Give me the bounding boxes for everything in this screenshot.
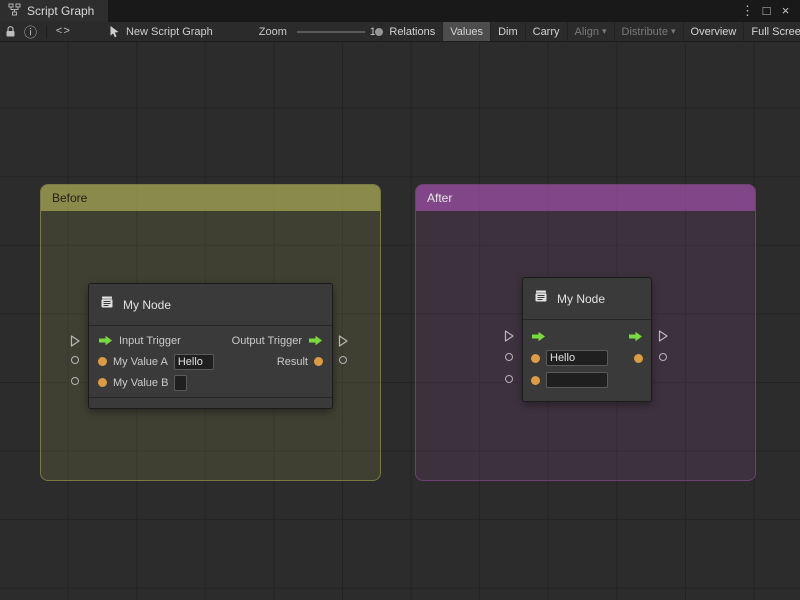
close-icon[interactable]: × (777, 0, 794, 22)
external-trigger-port[interactable] (70, 334, 80, 346)
external-value-port[interactable] (339, 356, 347, 364)
output-trigger-icon[interactable] (628, 331, 643, 342)
node-before[interactable]: My Node Input Trigger Output Trigger (88, 283, 333, 409)
output-trigger-label: Output Trigger (232, 335, 302, 347)
value-b-port-icon[interactable] (98, 378, 107, 387)
node-footer (89, 397, 332, 408)
external-trigger-port[interactable] (658, 329, 668, 341)
input-trigger-icon[interactable] (98, 335, 113, 346)
lock-icon[interactable] (5, 22, 16, 42)
external-value-port[interactable] (505, 353, 513, 361)
carry-button[interactable]: Carry (525, 22, 567, 42)
value-a-input[interactable] (546, 350, 608, 366)
value-a-input[interactable] (174, 354, 214, 370)
external-value-port[interactable] (505, 375, 513, 383)
zoom-slider-track[interactable] (297, 31, 365, 33)
window-controls: ⋮ □ × (739, 0, 800, 22)
output-trigger-icon[interactable] (308, 335, 323, 346)
title-bar: Script Graph ⋮ □ × (0, 0, 800, 22)
overview-button[interactable]: Overview (683, 22, 744, 42)
value-a-port-row (523, 347, 651, 369)
node-title: My Node (557, 292, 605, 306)
node-body (523, 320, 651, 401)
value-b-port-row: My Value B (89, 372, 332, 393)
code-icon[interactable]: <> (56, 22, 71, 42)
group-after-title: After (427, 191, 452, 205)
external-value-port[interactable] (71, 356, 79, 364)
toolbar-separator (46, 26, 47, 38)
align-button[interactable]: Align ▾ (567, 22, 614, 42)
value-b-input[interactable] (174, 375, 187, 391)
chevron-down-icon: ▾ (602, 26, 607, 37)
trigger-port-row (523, 325, 651, 347)
external-trigger-port[interactable] (338, 334, 348, 346)
result-port-icon[interactable] (634, 354, 643, 363)
node-after-header[interactable]: My Node (523, 278, 651, 320)
distribute-label: Distribute (622, 26, 668, 38)
result-port-icon[interactable] (314, 357, 323, 366)
group-before-header[interactable]: Before (41, 185, 380, 211)
value-b-port-icon[interactable] (531, 376, 540, 385)
node-title: My Node (123, 298, 171, 312)
value-b-label: My Value B (113, 377, 168, 389)
node-body: Input Trigger Output Trigger My Value A … (89, 326, 332, 397)
dim-button[interactable]: Dim (490, 22, 525, 42)
graph-name: New Script Graph (126, 26, 213, 38)
distribute-button[interactable]: Distribute ▾ (614, 22, 683, 42)
info-icon[interactable]: ⓘ (24, 22, 37, 42)
value-a-port-row: My Value A Result (89, 351, 332, 372)
input-trigger-label: Input Trigger (119, 335, 181, 347)
node-icon (533, 288, 549, 309)
menu-icon[interactable]: ⋮ (739, 0, 756, 22)
values-button[interactable]: Values (442, 22, 490, 42)
toolbar-button-group: Relations Values Dim Carry Align ▾ Distr… (381, 22, 800, 42)
value-a-port-icon[interactable] (98, 357, 107, 366)
zoom-label: Zoom (259, 26, 287, 38)
graph-canvas[interactable]: Before After My Node (0, 42, 800, 600)
chevron-down-icon: ▾ (671, 26, 676, 37)
script-graph-icon (8, 3, 21, 19)
fullscreen-button[interactable]: Full Screen (743, 22, 800, 42)
external-trigger-port[interactable] (504, 329, 514, 341)
pointer-icon (109, 22, 120, 42)
external-value-port[interactable] (71, 377, 79, 385)
value-a-label: My Value A (113, 356, 168, 368)
trigger-port-row: Input Trigger Output Trigger (89, 330, 332, 351)
zoom-slider-handle[interactable] (374, 27, 384, 37)
node-after[interactable]: My Node (522, 277, 652, 402)
maximize-icon[interactable]: □ (758, 0, 775, 22)
value-b-input[interactable] (546, 372, 608, 388)
align-label: Align (575, 26, 599, 38)
node-icon (99, 294, 115, 315)
external-value-port[interactable] (659, 353, 667, 361)
input-trigger-icon[interactable] (531, 331, 546, 342)
zoom-slider[interactable] (297, 22, 365, 42)
result-label: Result (277, 356, 308, 368)
group-after-header[interactable]: After (416, 185, 755, 211)
toolbar: ⓘ <> New Script Graph Zoom 1x Relations … (0, 22, 800, 42)
value-a-port-icon[interactable] (531, 354, 540, 363)
tab-title: Script Graph (27, 4, 94, 18)
group-before-title: Before (52, 191, 87, 205)
script-graph-tab[interactable]: Script Graph (0, 0, 108, 22)
node-before-header[interactable]: My Node (89, 284, 332, 326)
relations-button[interactable]: Relations (381, 22, 442, 42)
value-b-port-row (523, 369, 651, 391)
